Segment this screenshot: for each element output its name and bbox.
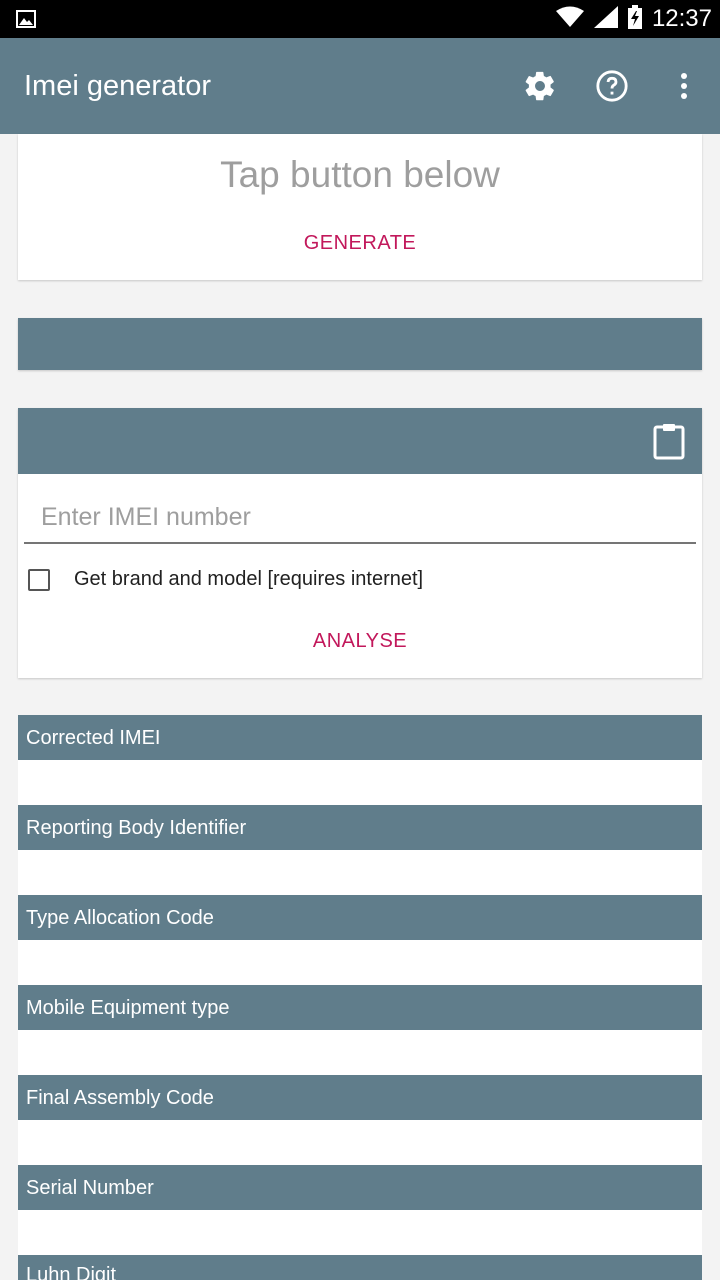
field-header-final-assembly-code: Final Assembly Code: [18, 1075, 702, 1120]
more-options-button[interactable]: [648, 50, 720, 122]
battery-charging-icon: [627, 4, 642, 34]
app-title: Imei generator: [24, 69, 211, 102]
analyse-button[interactable]: ANALYSE: [18, 630, 702, 653]
field-value-corrected-imei: [18, 760, 702, 805]
clipboard-icon: [653, 424, 685, 460]
image-icon: [16, 8, 38, 30]
field-header-reporting-body-identifier: Reporting Body Identifier: [18, 805, 702, 850]
brand-model-checkbox-label: Get brand and model [requires internet]: [74, 568, 424, 590]
field-value-final-assembly-code: [18, 1120, 702, 1165]
settings-icon: [525, 71, 554, 101]
field-value-serial-number: [18, 1210, 702, 1255]
field-header-serial-number: Serial Number: [18, 1165, 702, 1210]
generate-button[interactable]: GENERATE: [18, 232, 702, 255]
field-value-type-allocation-code: [18, 940, 702, 985]
app-bar: Imei generator: [0, 38, 720, 134]
status-bar: 12:37: [0, 0, 720, 38]
brand-model-checkbox-row[interactable]: Get brand and model [requires internet]: [28, 568, 423, 591]
field-value-reporting-body-identifier: [18, 850, 702, 895]
status-time: 12:37: [651, 5, 712, 32]
field-header-luhn-digit: Luhn Digit: [18, 1255, 702, 1280]
field-header-mobile-equipment-type: Mobile Equipment type: [18, 985, 702, 1030]
field-value-mobile-equipment-type: [18, 1030, 702, 1075]
analyse-card: Enter IMEI number Get brand and model [r…: [18, 408, 702, 678]
field-header-type-allocation-code: Type Allocation Code: [18, 895, 702, 940]
analyse-card-header: [18, 408, 702, 474]
field-header-corrected-imei: Corrected IMEI: [18, 715, 702, 760]
more-vert-icon: [681, 73, 687, 99]
help-button[interactable]: [576, 50, 648, 122]
generate-card: Tap button below GENERATE: [18, 134, 702, 280]
help-icon: [596, 70, 628, 102]
settings-button[interactable]: [504, 50, 576, 122]
brand-model-checkbox[interactable]: [28, 568, 50, 591]
generated-imei-text: Tap button below: [220, 154, 500, 195]
wifi-icon: [555, 6, 584, 33]
section-header-bar: [18, 318, 702, 370]
paste-button[interactable]: [652, 422, 686, 460]
signal-icon: [593, 5, 618, 33]
imei-input[interactable]: Enter IMEI number: [24, 496, 696, 544]
